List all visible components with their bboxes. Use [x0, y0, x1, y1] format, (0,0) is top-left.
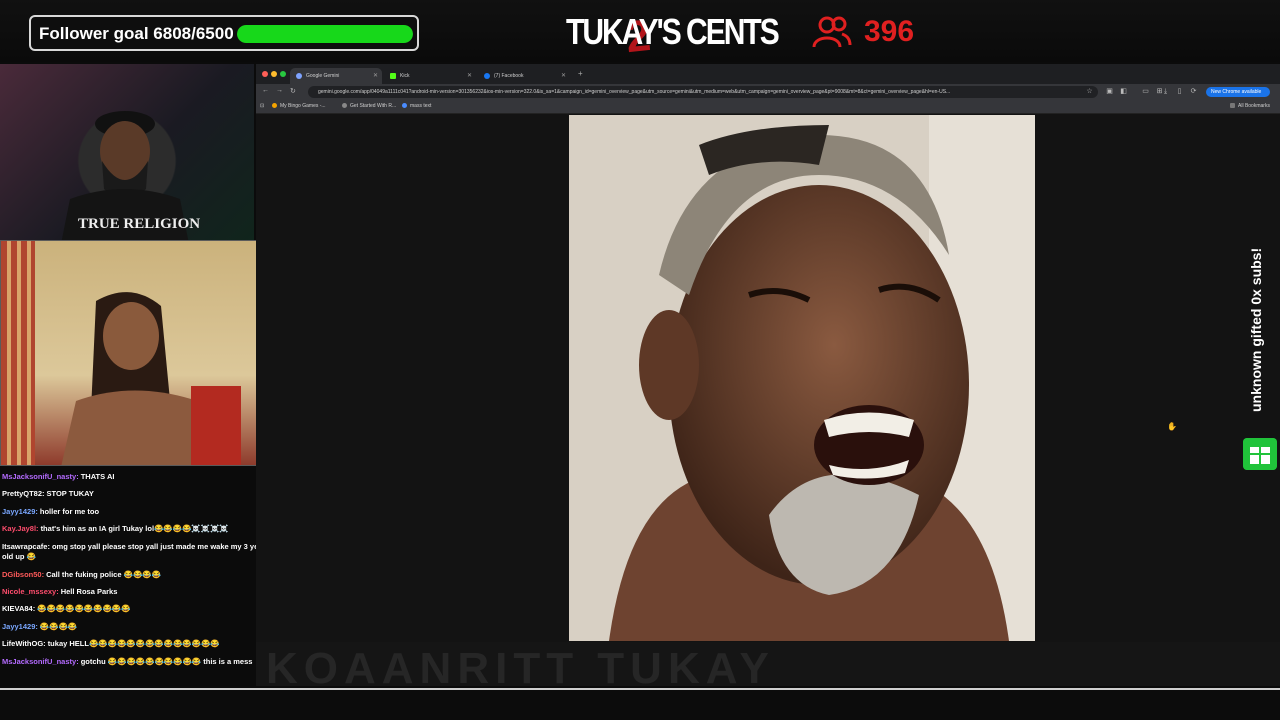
follower-goal-widget: Follower goal 6808/6500: [29, 15, 419, 51]
chat-username[interactable]: MsJacksonifU_nasty:: [2, 472, 79, 481]
guest-webcam: [0, 240, 258, 466]
bingo-icon: [272, 103, 277, 108]
portrait-illustration: [569, 115, 1035, 641]
extension-icon[interactable]: ▣: [1106, 88, 1113, 95]
all-bookmarks-button[interactable]: All Bookmarks: [1230, 103, 1270, 109]
chat-message: MsJacksonifU_nasty: gotchu 😂😂😂😂😂😂😂😂😂😂 thi…: [2, 657, 252, 667]
chat-username[interactable]: DGibson50:: [2, 570, 44, 579]
tukays-2-cents-logo: 2 TUKAY'S CENTS: [566, 10, 780, 63]
chat-message: PrettyQT82: STOP TUKAY: [2, 489, 94, 499]
chat-message: Itsawrapcafe: omg stop yall please stop y…: [2, 542, 270, 562]
chat-message: Jayy1429: holler for me too: [2, 507, 99, 517]
chat-text: Call the fuking police 😂😂😂😂: [46, 570, 161, 579]
chat-text: holler for me too: [39, 507, 100, 516]
bookmark-item[interactable]: mass text: [402, 103, 431, 109]
chat-username[interactable]: Nicole_mssexy:: [2, 587, 59, 596]
apps-icon[interactable]: ⊡: [260, 103, 264, 109]
chat-username[interactable]: Jayy1429:: [2, 507, 38, 516]
new-tab-button[interactable]: +: [578, 69, 583, 78]
chat-panel: MsJacksonifU_nasty: THATS AI PrettyQT82: ST…: [0, 468, 270, 688]
users-icon: [812, 16, 852, 48]
new-chrome-available-button[interactable]: New Chrome available: [1206, 87, 1270, 97]
chat-message: DGibson50: Call the fuking police 😂😂😂😂: [2, 570, 161, 580]
bottom-banner: KOAANRITT TUKAY: [256, 642, 1280, 686]
chat-text: that's him as an IA girl Tukay lol😂😂😂😂☠️…: [40, 524, 229, 533]
gifted-subs-alert: unknown gifted 0x subs!: [1248, 248, 1264, 413]
follower-goal-bar: [237, 25, 413, 43]
chat-message: Jayy1429: 😂😂😂😂: [2, 622, 77, 632]
chat-username[interactable]: LifeWithOG:: [2, 639, 46, 648]
bookmark-star-icon[interactable]: ☆: [1086, 88, 1093, 95]
chat-message: LifeWithOG: tukay HELL😂😂😂😂😂😂😂😂😂😂😂😂😂😂: [2, 639, 220, 649]
chat-text: 😂😂😂😂😂😂😂😂😂😂: [37, 604, 131, 613]
facebook-icon: [484, 73, 490, 79]
follower-goal-bar-fill: [237, 25, 413, 43]
tab-google-gemini[interactable]: Google Gemini ✕: [290, 68, 382, 84]
chat-text: tukay HELL😂😂😂😂😂😂😂😂😂😂😂😂😂😂: [47, 639, 220, 648]
page-content: ✋: [256, 114, 1280, 642]
chat-text: STOP TUKAY: [46, 489, 94, 498]
tab-kick[interactable]: Kick ✕: [384, 68, 476, 84]
message-icon: [402, 103, 407, 108]
download-icon[interactable]: ⤓: [1162, 88, 1169, 95]
chat-username[interactable]: Jayy1429:: [2, 622, 38, 631]
close-tab-icon[interactable]: ✕: [561, 72, 566, 79]
cast-icon[interactable]: ▭: [1142, 88, 1149, 95]
bottom-strip: [0, 690, 1280, 720]
chat-text: Hell Rosa Parks: [60, 587, 118, 596]
sidebar-icon[interactable]: ▯: [1176, 88, 1183, 95]
viewer-count: 396: [864, 15, 915, 48]
chat-username[interactable]: Itsawrapcafe:: [2, 542, 50, 551]
stream-top-bar: Follower goal 6808/6500 2 TUKAY'S CENTS …: [0, 0, 1280, 62]
generated-image[interactable]: [569, 115, 1035, 641]
bookmark-item[interactable]: My Bingo Games -...: [272, 103, 326, 109]
chat-text: gotchu 😂😂😂😂😂😂😂😂😂😂 this is a mess: [80, 657, 253, 666]
tab-strip: Google Gemini ✕ Kick ✕ (7) Facebook ✕ +: [256, 64, 1280, 84]
sync-icon[interactable]: ⟳: [1190, 88, 1197, 95]
close-window-button[interactable]: [262, 71, 268, 77]
bookmark-item[interactable]: Get Started With R...: [342, 103, 396, 109]
close-tab-icon[interactable]: ✕: [373, 72, 378, 79]
puzzle-icon[interactable]: ◧: [1120, 88, 1127, 95]
gift-icon: [1243, 438, 1277, 470]
globe-icon: [342, 103, 347, 108]
maximize-window-button[interactable]: [280, 71, 286, 77]
chat-username[interactable]: PrettyQT82:: [2, 489, 45, 498]
mouse-cursor-icon: ✋: [1167, 422, 1177, 431]
minimize-window-button[interactable]: [271, 71, 277, 77]
follower-goal-label: Follower goal 6808/6500: [39, 24, 234, 43]
guest-figure: [61, 292, 241, 465]
chat-message: KIEVA84: 😂😂😂😂😂😂😂😂😂😂: [2, 604, 131, 614]
forward-icon[interactable]: →: [276, 87, 283, 94]
reload-icon[interactable]: ↻: [290, 87, 296, 95]
back-icon[interactable]: ←: [262, 87, 269, 94]
host-webcam: TRUE RELIGION: [0, 64, 254, 240]
chat-username[interactable]: MsJacksonifU_nasty:: [2, 657, 79, 666]
address-bar[interactable]: gemini.google.com/app/04049a1111c041?and…: [308, 86, 1098, 98]
browser-toolbar: ← → ↻ gemini.google.com/app/04049a1111c0…: [256, 84, 1280, 100]
curtain: [1, 241, 35, 465]
tab-facebook[interactable]: (7) Facebook ✕: [478, 68, 570, 84]
banner-text: KOAANRITT TUKAY: [266, 644, 775, 686]
chat-text: 😂😂😂😂: [39, 622, 78, 631]
close-tab-icon[interactable]: ✕: [467, 72, 472, 79]
chat-username[interactable]: KIEVA84:: [2, 604, 35, 613]
logo-text: TUKAY'S CENTS: [566, 12, 780, 53]
chat-message: Nicole_mssexy: Hell Rosa Parks: [2, 587, 117, 597]
bookmarks-bar: ⊡ My Bingo Games -... Get Started With R…: [256, 100, 1280, 114]
chat-text: THATS AI: [80, 472, 115, 481]
folder-icon: [1230, 103, 1235, 108]
gemini-icon: [296, 73, 302, 79]
chat-message: Kay.Jay8l: that's him as an IA girl Tukay…: [2, 524, 229, 534]
viewer-count-widget: 396: [812, 12, 914, 52]
chat-username[interactable]: Kay.Jay8l:: [2, 524, 39, 533]
kick-icon: [390, 73, 396, 79]
chat-message: MsJacksonifU_nasty: THATS AI: [2, 472, 114, 482]
shirt-text: TRUE RELIGION: [78, 216, 201, 232]
browser-window: Google Gemini ✕ Kick ✕ (7) Facebook ✕ + …: [256, 64, 1280, 642]
